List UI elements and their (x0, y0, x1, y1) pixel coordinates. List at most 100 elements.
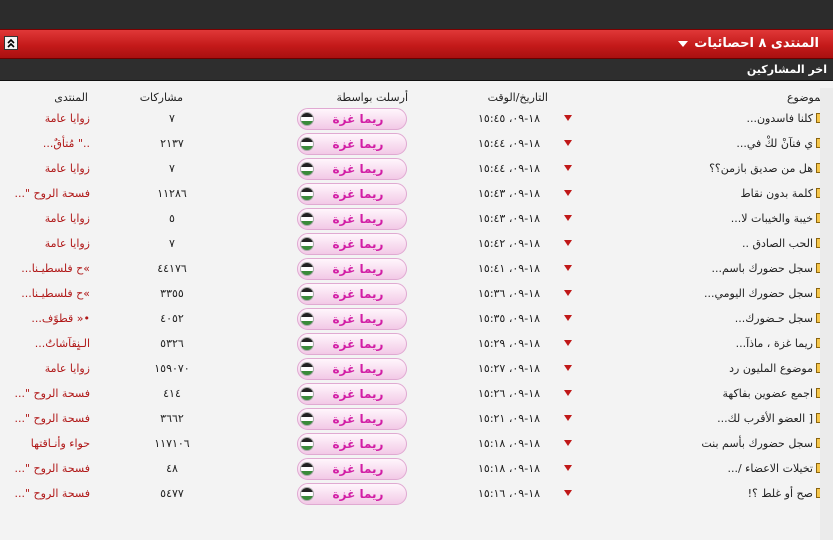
forum-link[interactable]: زوايا عامة (45, 212, 90, 225)
forum-link[interactable]: زوايا عامة (45, 162, 90, 175)
go-to-last-post-icon[interactable] (564, 415, 572, 421)
flag-icon (300, 362, 314, 376)
table-row: موضوع المليون رد ١٨-٠٩، ١٥:٢٧ ريما غزة ١٥٩٠… (0, 357, 833, 382)
post-count: ٤١٤ (163, 387, 181, 400)
go-to-last-post-icon[interactable] (564, 315, 572, 321)
post-datetime: ١٨-٠٩، ١٥:١٦ (478, 487, 541, 500)
go-to-last-post-icon[interactable] (564, 390, 572, 396)
user-badge[interactable]: ريما غزة (297, 333, 407, 355)
post-datetime: ١٨-٠٩، ١٥:٢٩ (478, 337, 541, 350)
user-badge[interactable]: ريما غزة (297, 308, 407, 330)
post-datetime: ١٨-٠٩، ١٥:٤٢ (478, 237, 541, 250)
table-row: سجل حضورك اليومي... ١٨-٠٩، ١٥:٣٦ ريما غزة ٣… (0, 282, 833, 307)
topic-link[interactable]: كلنا فاسدون... (746, 112, 813, 125)
go-to-last-post-icon[interactable] (564, 190, 572, 196)
username: ريما غزة (332, 412, 384, 426)
forum-link[interactable]: فسحة الروح "... (14, 462, 90, 475)
topic-link[interactable]: تخيلات الاعضاء /... (727, 462, 813, 475)
user-badge[interactable]: ريما غزة (297, 208, 407, 230)
topic-link[interactable]: سجل حضورك بأسم بنت (701, 437, 813, 450)
topic-link[interactable]: موضوع المليون رد (729, 362, 813, 375)
user-badge[interactable]: ريما غزة (297, 358, 407, 380)
user-badge[interactable]: ريما غزة (297, 183, 407, 205)
post-count: ٣٣٥٥ (160, 287, 184, 300)
post-count: ١٥٩٠٧٠ (154, 362, 190, 375)
forum-link[interactable]: فسحة الروح "... (14, 387, 90, 400)
go-to-last-post-icon[interactable] (564, 215, 572, 221)
username: ريما غزة (332, 462, 384, 476)
post-datetime: ١٨-٠٩، ١٥:٤٣ (478, 187, 541, 200)
go-to-last-post-icon[interactable] (564, 265, 572, 271)
post-count: ٢١٣٧ (160, 137, 184, 150)
vertical-scrollbar[interactable] (820, 88, 833, 540)
user-badge[interactable]: ريما غزة (297, 158, 407, 180)
flag-icon (300, 312, 314, 326)
user-badge[interactable]: ريما غزة (297, 283, 407, 305)
user-badge[interactable]: ريما غزة (297, 483, 407, 505)
flag-icon (300, 412, 314, 426)
topic-link[interactable]: خيبة والخيبات لا... (731, 212, 813, 225)
forum-link[interactable]: فسحة الروح "... (14, 187, 90, 200)
user-badge[interactable]: ريما غزة (297, 408, 407, 430)
flag-icon (300, 337, 314, 351)
stats-title[interactable]: المنتدى ٨ احصائيات (678, 36, 819, 51)
post-datetime: ١٨-٠٩، ١٥:٢٧ (478, 362, 541, 375)
forum-link[interactable]: زوايا عامة (45, 362, 90, 375)
user-badge[interactable]: ريما غزة (297, 108, 407, 130)
forum-link[interactable]: زوايا عامة (45, 112, 90, 125)
user-badge[interactable]: ريما غزة (297, 383, 407, 405)
forum-link[interactable]: حواء وأنـاقتها (31, 437, 90, 450)
topic-link[interactable]: ي فنآنْ لكْ في... (736, 137, 813, 150)
go-to-last-post-icon[interactable] (564, 140, 572, 146)
collapse-button[interactable] (4, 36, 18, 50)
forum-link[interactable]: .." مُتأقٌ... (43, 137, 90, 150)
user-badge[interactable]: ريما غزة (297, 258, 407, 280)
flag-icon (300, 212, 314, 226)
user-badge[interactable]: ريما غزة (297, 233, 407, 255)
table-row: الحب الصادق .. ١٨-٠٩، ١٥:٤٢ ريما غزة ٧ زوايا… (0, 232, 833, 257)
topic-link[interactable]: اجمع عضوين بفاكهة (723, 387, 813, 400)
topic-link[interactable]: سجل حضورك باسم... (712, 262, 813, 275)
flag-icon (300, 387, 314, 401)
go-to-last-post-icon[interactable] (564, 490, 572, 496)
forum-link[interactable]: زوايا عامة (45, 237, 90, 250)
go-to-last-post-icon[interactable] (564, 440, 572, 446)
topic-link[interactable]: كلمة بدون نقاط (740, 187, 813, 200)
user-badge[interactable]: ريما غزة (297, 433, 407, 455)
forum-link[interactable]: الـنٍقآشاتُ... (35, 337, 90, 350)
topic-link[interactable]: سجل حـضورك... (735, 312, 813, 325)
forum-link[interactable]: •« قطوًف... (31, 312, 90, 325)
topic-link[interactable]: [ العضو الأقرب لك... (717, 412, 813, 425)
topic-link[interactable]: ريما غزة ، ماذآ... (736, 337, 813, 350)
user-badge[interactable]: ريما غزة (297, 458, 407, 480)
go-to-last-post-icon[interactable] (564, 290, 572, 296)
table-row: سجل حضورك بأسم بنت ١٨-٠٩، ١٥:١٨ ريما غزة ١١… (0, 432, 833, 457)
post-datetime: ١٨-٠٩، ١٥:٤٤ (478, 162, 541, 175)
forum-link[interactable]: فسحة الروح "... (14, 487, 90, 500)
post-datetime: ١٨-٠٩، ١٥:٢٦ (478, 387, 541, 400)
post-datetime: ١٨-٠٩، ١٥:٢١ (478, 412, 541, 425)
go-to-last-post-icon[interactable] (564, 365, 572, 371)
username: ريما غزة (332, 212, 384, 226)
go-to-last-post-icon[interactable] (564, 465, 572, 471)
go-to-last-post-icon[interactable] (564, 340, 572, 346)
go-to-last-post-icon[interactable] (564, 165, 572, 171)
table-row: ي فنآنْ لكْ في... ١٨-٠٩، ١٥:٤٤ ريما غزة ٢١٣… (0, 132, 833, 157)
post-datetime: ١٨-٠٩، ١٥:١٨ (478, 437, 541, 450)
topic-link[interactable]: هل من صديق بازمن؟؟ (709, 162, 813, 175)
username: ريما غزة (332, 262, 384, 276)
post-datetime: ١٨-٠٩، ١٥:٤١ (478, 262, 541, 275)
double-chevron-up-icon (7, 38, 15, 48)
forum-link[interactable]: فسحة الروح "... (14, 412, 90, 425)
forum-link[interactable]: »ح فلسطيـنا... (21, 287, 90, 300)
topic-link[interactable]: سجل حضورك اليومي... (704, 287, 813, 300)
go-to-last-post-icon[interactable] (564, 115, 572, 121)
flag-icon (300, 262, 314, 276)
forum-link[interactable]: »ح فلسطيـنا... (21, 262, 90, 275)
topic-link[interactable]: الحب الصادق .. (742, 237, 813, 250)
user-badge[interactable]: ريما غزة (297, 133, 407, 155)
post-count: ٤٨ (166, 462, 178, 475)
dropdown-triangle-icon (678, 40, 689, 47)
topic-link[interactable]: صح أو غلط ؟! (748, 487, 813, 500)
go-to-last-post-icon[interactable] (564, 240, 572, 246)
